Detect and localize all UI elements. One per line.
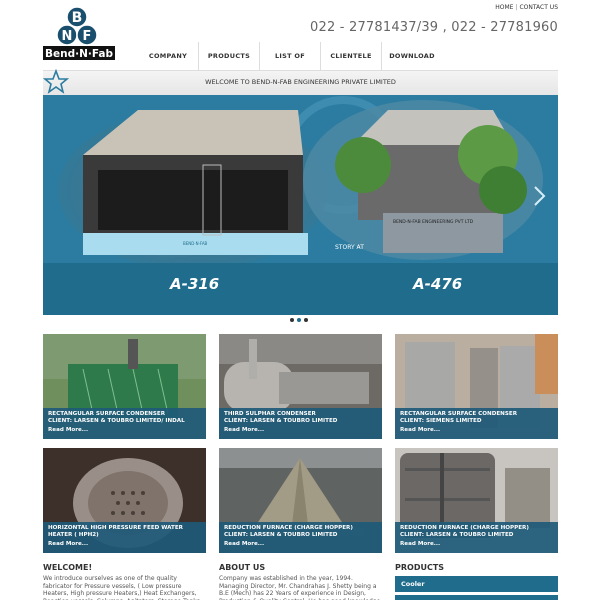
card-caption: REDUCTION FURNACE (CHARGE HOPPER) CLIENT:… <box>395 522 558 553</box>
story-text: STORY AT <box>335 244 364 251</box>
product-card[interactable]: RECTANGULAR SURFACE CONDENSER CLIENT: LAR… <box>43 334 206 439</box>
caption-band <box>43 263 558 315</box>
read-more-link[interactable]: Read More... <box>48 541 201 548</box>
slider-dot[interactable] <box>297 318 301 322</box>
shed-sign: BEND·N·FAB <box>183 241 208 246</box>
slide-caption-2: A-476 <box>413 275 463 293</box>
main-nav: COMPANY PRODUCTS LIST OF CLIENTELE DOWNL… <box>138 42 442 70</box>
card-client: CLIENT: LARSEN & TOUBRO LIMITED <box>400 532 514 538</box>
top-links: HOME | CONTACT US <box>495 4 558 11</box>
link-separator: | <box>515 4 518 11</box>
nav-list-of[interactable]: LIST OF <box>259 42 320 70</box>
logo-letter: N <box>62 29 73 44</box>
card-client: CLIENT: LARSEN & TOUBRO LIMITED <box>224 418 338 424</box>
read-more-link[interactable]: Read More... <box>400 541 553 548</box>
image-slider[interactable]: BEND·N·FAB BEND-N-FAB ENGINEERING PVT LT… <box>43 95 558 315</box>
welcome-text: WELCOME TO BEND-N-FAB ENGINEERING PRIVAT… <box>205 78 396 86</box>
read-more-link[interactable]: Read More... <box>48 427 201 434</box>
contact-us-link[interactable]: CONTACT US <box>519 4 558 11</box>
nav-products[interactable]: PRODUCTS <box>198 42 259 70</box>
home-link[interactable]: HOME <box>495 4 513 11</box>
card-title: REDUCTION FURNACE (CHARGE HOPPER) <box>400 525 529 531</box>
logo-letter: B <box>72 10 83 26</box>
card-client: CLIENT: LARSEN & TOUBRO LIMITED/ INDAL <box>48 418 185 424</box>
card-title: RECTANGULAR SURFACE CONDENSER <box>48 411 166 417</box>
read-more-link[interactable]: Read More... <box>400 427 553 434</box>
about-heading: ABOUT US <box>219 563 266 572</box>
slider-photo: BEND·N·FAB BEND-N-FAB ENGINEERING PVT LT… <box>43 95 558 263</box>
product-card[interactable]: REDUCTION FURNACE (CHARGE HOPPER) CLIENT:… <box>219 448 382 553</box>
nav-download[interactable]: DOWNLOAD <box>381 42 442 70</box>
welcome-bar: WELCOME TO BEND-N-FAB ENGINEERING PRIVAT… <box>43 69 558 95</box>
products-heading: PRODUCTS <box>395 563 445 572</box>
products-item[interactable] <box>395 595 558 600</box>
company-logo[interactable]: B N F Bend·N·Fab <box>43 4 115 60</box>
card-title: RECTANGULAR SURFACE CONDENSER <box>400 411 518 417</box>
slider-dot[interactable] <box>304 318 308 322</box>
card-caption: THIRD SULPHAR CONDENSER CLIENT: LARSEN & … <box>219 408 382 439</box>
logo-letter: F <box>83 29 92 44</box>
nav-clientele[interactable]: CLIENTELE <box>320 42 381 70</box>
card-caption: REDUCTION FURNACE (CHARGE HOPPER) CLIENT:… <box>219 522 382 553</box>
card-caption: HORIZONTAL HIGH PRESSURE FEED WATER HEAT… <box>43 522 206 553</box>
chevron-right-icon[interactable] <box>532 185 546 207</box>
product-card[interactable]: RECTANGULAR SURFACE CONDENSER CLIENT: SIE… <box>395 334 558 439</box>
about-paragraph: Company was established in the year, 199… <box>219 575 380 600</box>
slider-dot[interactable] <box>290 318 294 322</box>
card-client: CLIENT: LARSEN & TOUBRO LIMITED <box>224 532 338 538</box>
welcome-heading: WELCOME! <box>43 563 93 572</box>
welcome-paragraph: We introduce ourselves as one of the qua… <box>43 575 200 600</box>
logo-wordmark: Bend·N·Fab <box>45 48 114 60</box>
phone-numbers: 022 - 27781437/39 , 022 - 27781960 <box>310 20 558 35</box>
product-card[interactable]: REDUCTION FURNACE (CHARGE HOPPER) CLIENT:… <box>395 448 558 553</box>
slider-dots <box>290 318 308 322</box>
card-caption: RECTANGULAR SURFACE CONDENSER CLIENT: LAR… <box>43 408 206 439</box>
card-title: REDUCTION FURNACE (CHARGE HOPPER) <box>224 525 353 531</box>
product-card[interactable]: THIRD SULPHAR CONDENSER CLIENT: LARSEN & … <box>219 334 382 439</box>
read-more-link[interactable]: Read More... <box>224 427 377 434</box>
nav-company[interactable]: COMPANY <box>138 42 198 70</box>
card-title: HORIZONTAL HIGH PRESSURE FEED WATER HEAT… <box>48 525 183 538</box>
products-item-cooler[interactable]: Cooler <box>395 576 558 592</box>
slide-caption-1: A-316 <box>170 275 220 293</box>
building-sign: BEND-N-FAB ENGINEERING PVT LTD <box>393 219 474 225</box>
card-caption: RECTANGULAR SURFACE CONDENSER CLIENT: SIE… <box>395 408 558 439</box>
card-client: CLIENT: SIEMENS LIMITED <box>400 418 482 424</box>
card-title: THIRD SULPHAR CONDENSER <box>224 411 316 417</box>
read-more-link[interactable]: Read More... <box>224 541 377 548</box>
product-card[interactable]: HORIZONTAL HIGH PRESSURE FEED WATER HEAT… <box>43 448 206 553</box>
